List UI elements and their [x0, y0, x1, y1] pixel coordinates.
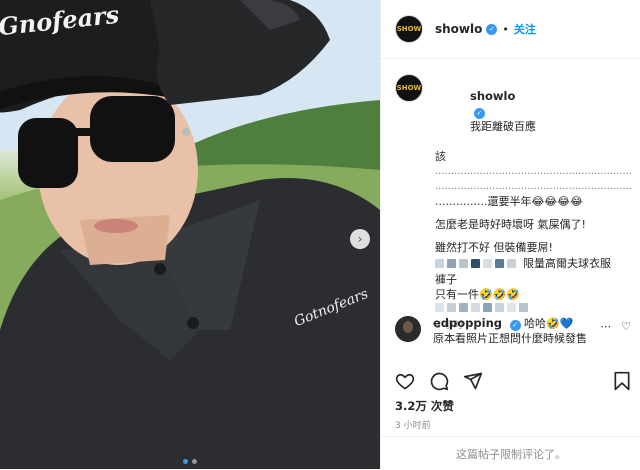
avatar-text: SHOW [396, 25, 422, 33]
redacted-row-2 [435, 303, 631, 312]
comment-item: edpopping ✓ 哈哈🤣💙 原本看照片正想問什麼時候發售 ⋯ ♡ [395, 316, 631, 346]
caption-line-7: 只有一件 [435, 288, 479, 301]
commenter-avatar[interactable] [395, 316, 421, 342]
carousel-dots [183, 459, 197, 464]
carousel-dot [192, 459, 197, 464]
bookmark-icon[interactable] [613, 371, 631, 391]
caption-line-1: 我距離破百應 [469, 120, 536, 133]
caption-line-2: 該 [435, 150, 446, 163]
caption-dots-1: ........................................… [435, 166, 631, 177]
post-time[interactable]: 3 小时前 [395, 418, 431, 431]
author-username[interactable]: showlo [435, 22, 482, 36]
commenter-username[interactable]: edpopping [433, 316, 502, 330]
redacted-row: 限量高爾夫球衣服 [435, 256, 631, 271]
photo-illustration [0, 0, 380, 469]
comment-icon[interactable] [429, 371, 449, 391]
caption-username[interactable]: showlo [470, 89, 515, 103]
caption-line-5: 限量高爾夫球衣服 [523, 257, 611, 270]
post-panel: SHOW showlo ✓ • 关注 SHOW showlo ✓ 我距離破百應 … [380, 0, 640, 469]
caption-dots-2: ........................................… [435, 181, 631, 192]
action-bar [395, 366, 631, 396]
caption-line-6: 褲子 [435, 273, 457, 286]
caption-body: showlo ✓ 我距離破百應 該 ......................… [435, 74, 631, 333]
comment-like-icon[interactable]: ♡ [621, 320, 631, 333]
like-count[interactable]: 3.2万 次赞 [395, 398, 454, 414]
post-header: SHOW showlo ✓ • 关注 [381, 0, 640, 59]
separator-dot: • [502, 22, 509, 36]
verified-icon: ✓ [486, 23, 498, 35]
post-photo: Gnofears Gotnofears › [0, 0, 380, 469]
caption-line-4: 雖然打不好 但裝備要屌! [435, 241, 553, 254]
more-options-icon[interactable]: ⋯ [600, 320, 611, 333]
comment-actions: ⋯ ♡ [600, 320, 631, 333]
comment-text-1: 哈哈 [524, 317, 546, 330]
like-icon[interactable] [395, 371, 415, 391]
next-photo-button[interactable]: › [350, 229, 370, 249]
comments-area: SHOW showlo ✓ 我距離破百應 該 .................… [381, 58, 640, 358]
smile-emoji: 🤣🤣🤣 [479, 288, 521, 301]
avatar-text: SHOW [396, 84, 422, 92]
author-avatar[interactable]: SHOW [395, 15, 423, 43]
comments-limited-notice: 这篇帖子限制评论了。 [381, 436, 640, 470]
verified-icon: ✓ [473, 108, 485, 119]
comment-body: edpopping ✓ 哈哈🤣💙 原本看照片正想問什麼時候發售 [433, 316, 603, 346]
laugh-emoji: 😂😂😂😂 [531, 195, 583, 208]
caption-dots-3: ...............還要半年 [435, 195, 532, 208]
comment-emoji: 🤣💙 [546, 317, 574, 330]
caption-line-3: 怎麼老是時好時壞呀 氣屎偶了! [435, 218, 586, 231]
verified-icon: ✓ [509, 320, 521, 331]
caption-avatar[interactable]: SHOW [395, 74, 423, 102]
carousel-dot-active [183, 459, 188, 464]
comment-text-2: 原本看照片正想問什麼時候發售 [433, 332, 587, 345]
follow-button[interactable]: 关注 [514, 21, 536, 37]
caption: SHOW showlo ✓ 我距離破百應 該 .................… [395, 74, 631, 333]
share-icon[interactable] [463, 371, 483, 391]
